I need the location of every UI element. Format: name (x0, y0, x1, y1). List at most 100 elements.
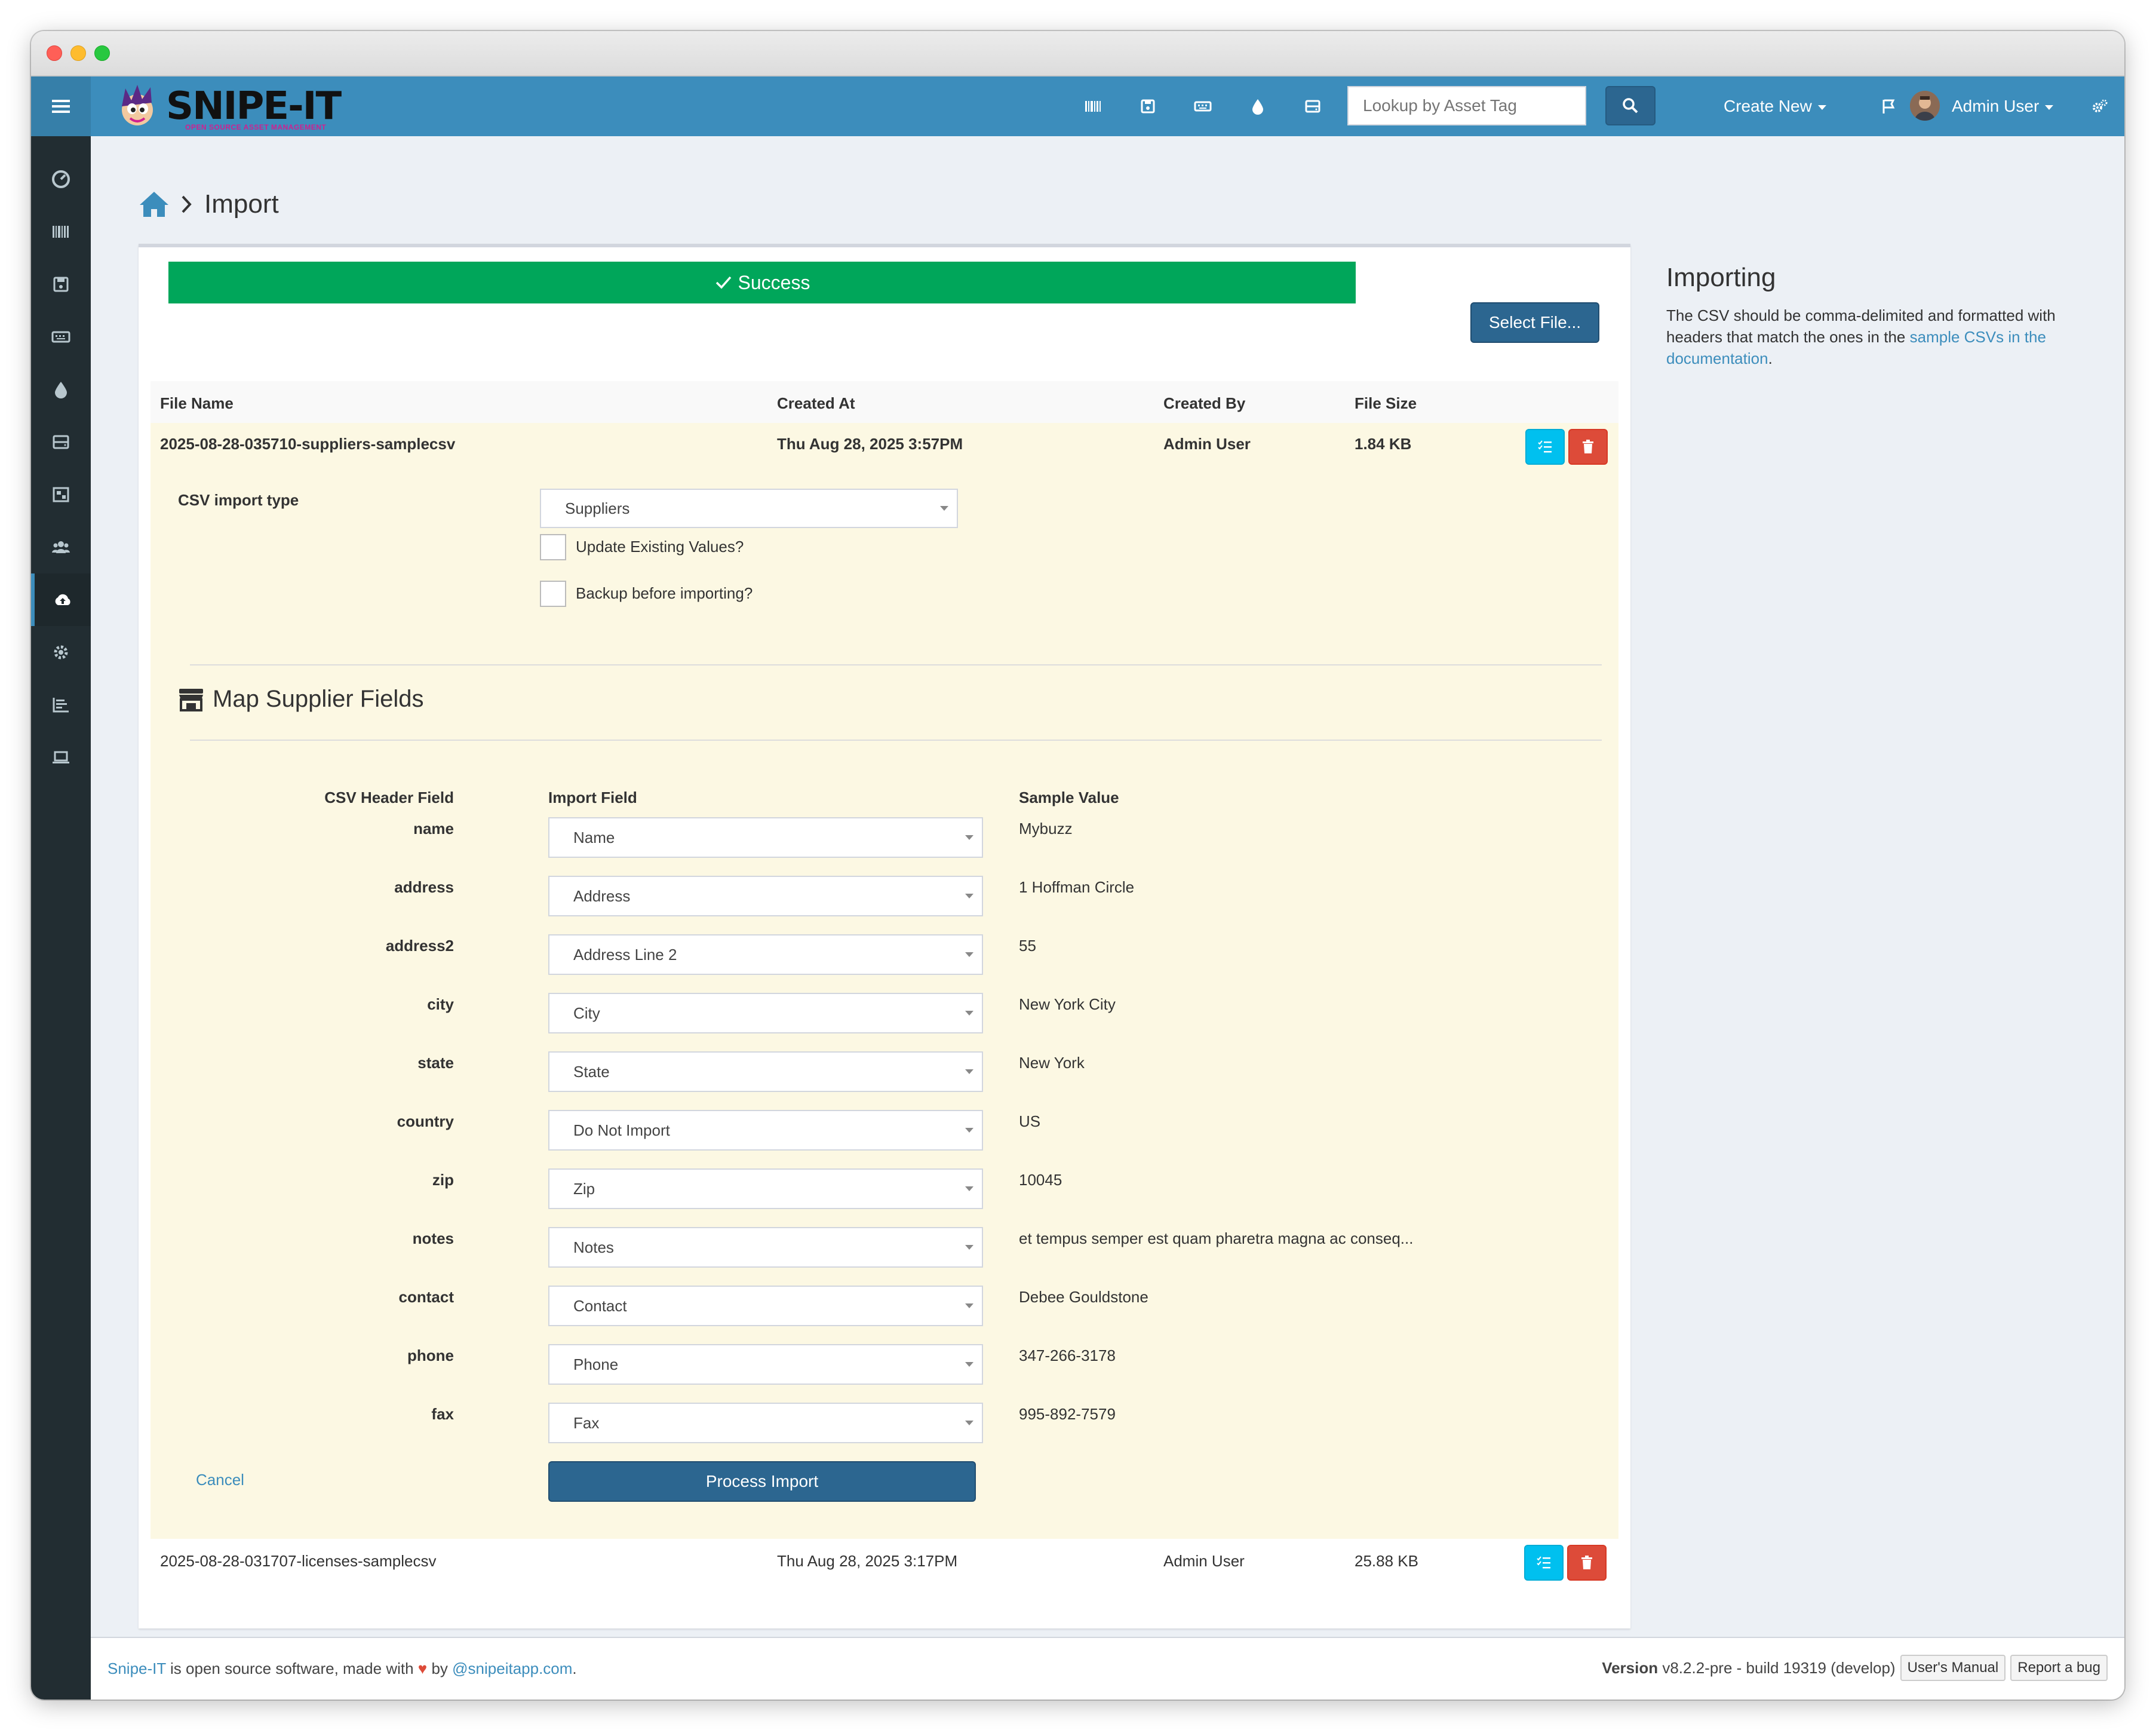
sidebar-item-assets[interactable] (31, 205, 91, 258)
create-new-dropdown[interactable]: Create New (1724, 94, 1826, 118)
mapping-field-select[interactable]: Name (548, 817, 983, 858)
chevron-down-icon (1817, 105, 1826, 110)
mapping-field-value: Zip (573, 1179, 595, 1198)
nav-assets-button[interactable] (1080, 94, 1106, 118)
store-icon (179, 688, 203, 711)
mapping-sample-value: Debee Gouldstone (1019, 1288, 1148, 1306)
sidebar-item-people[interactable] (31, 521, 91, 573)
settings-icon (54, 645, 68, 660)
logo-subtitle: OPEN SOURCE ASSET MANAGEMENT (185, 123, 327, 131)
select-file-button[interactable]: Select File... (1470, 302, 1599, 343)
file-name-cell: 2025-08-28-035710-suppliers-samplecsv (160, 435, 456, 453)
user-avatar[interactable] (1910, 91, 1940, 121)
import-box: Success Select File... File Name Created… (139, 244, 1630, 1628)
mapping-field-select[interactable]: Zip (548, 1168, 983, 1209)
report-bug-button[interactable]: Report a bug (2010, 1655, 2108, 1681)
csv-import-type-value: Suppliers (565, 499, 630, 517)
asset-tag-search-input[interactable] (1347, 86, 1586, 125)
divider (190, 740, 1602, 741)
sidebar-item-reports[interactable] (31, 679, 91, 731)
mapping-field-select[interactable]: City (548, 993, 983, 1033)
mapping-header-label: phone (407, 1346, 454, 1364)
mapping-field-value: Notes (573, 1238, 614, 1256)
maximize-window-button[interactable] (94, 45, 110, 61)
csv-import-type-select[interactable]: Suppliers (540, 489, 958, 528)
window-titlebar (31, 31, 2124, 76)
column-created-by: Created By (1163, 394, 1246, 412)
backup-checkbox[interactable] (540, 581, 566, 607)
sidebar-item-kits[interactable] (31, 468, 91, 521)
file-size-cell: 1.84 KB (1355, 435, 1412, 453)
mapping-field-value: Do Not Import (573, 1121, 670, 1139)
csv-import-type-label: CSV import type (178, 491, 299, 509)
close-window-button[interactable] (47, 45, 62, 61)
process-import-button[interactable]: Process Import (548, 1461, 976, 1502)
snipeitapp-link[interactable]: @snipeitapp.com (452, 1660, 572, 1677)
sidebar-item-import[interactable] (31, 573, 91, 626)
mapping-field-select[interactable]: Fax (548, 1403, 983, 1443)
mapping-field-select[interactable]: State (548, 1051, 983, 1092)
dashboard-icon (52, 170, 70, 188)
cogs-icon (2093, 99, 2108, 112)
cancel-link[interactable]: Cancel (196, 1471, 244, 1489)
mapping-header-label: contact (398, 1288, 454, 1306)
update-existing-checkbox[interactable] (540, 534, 566, 560)
success-message: Success (738, 271, 810, 293)
snipe-it-link[interactable]: Snipe-IT (108, 1660, 166, 1677)
user-avatar-icon (1910, 91, 1940, 121)
user-menu-dropdown[interactable]: Admin User (1952, 94, 2054, 118)
trash-icon (1583, 440, 1593, 453)
barcode-icon (53, 226, 69, 238)
search-button[interactable] (1605, 86, 1656, 125)
users-manual-button[interactable]: User's Manual (1900, 1655, 2006, 1681)
map-fields-title: Map Supplier Fields (178, 686, 424, 713)
mapping-field-select[interactable]: Do Not Import (548, 1110, 983, 1151)
sidebar-item-accessories[interactable] (31, 311, 91, 363)
check-icon (715, 276, 731, 289)
mapping-header-label: zip (432, 1171, 454, 1189)
home-icon[interactable] (139, 191, 170, 218)
create-new-label: Create New (1724, 97, 1812, 115)
sidebar-item-settings[interactable] (31, 626, 91, 679)
nav-accessories-button[interactable] (1190, 94, 1216, 118)
trash-icon (1581, 1556, 1592, 1569)
admin-settings-button[interactable] (2087, 94, 2113, 118)
mapping-field-select[interactable]: Address Line 2 (548, 934, 983, 975)
app-logo[interactable]: SNIPE-IT OPEN SOURCE ASSET MANAGEMENT (113, 82, 342, 131)
sidebar-item-dashboard[interactable] (31, 153, 91, 205)
created-at-cell: Thu Aug 28, 2025 3:57PM (777, 435, 963, 453)
minimize-window-button[interactable] (70, 45, 86, 61)
map-fields-title-text: Map Supplier Fields (213, 686, 424, 712)
alerts-button[interactable] (1875, 94, 1902, 118)
sidebar-item-components[interactable] (31, 416, 91, 468)
nav-components-button[interactable] (1300, 94, 1326, 118)
backup-label: Backup before importing? (576, 584, 753, 602)
sidebar-item-licenses[interactable] (31, 258, 91, 311)
page-title: Import (204, 189, 279, 219)
delete-file-button[interactable] (1568, 429, 1608, 465)
sidebar (31, 76, 91, 1700)
file-size-cell: 25.88 KB (1355, 1552, 1418, 1570)
sidebar-item-consumables[interactable] (31, 363, 91, 416)
mapping-field-select[interactable]: Notes (548, 1227, 983, 1268)
heart-icon: ♥ (417, 1660, 428, 1677)
nav-consumables-button[interactable] (1245, 94, 1271, 118)
mapping-sample-value: 347-266-3178 (1019, 1346, 1116, 1364)
mapping-field-select[interactable]: Phone (548, 1344, 983, 1385)
files-table-header: File Name Created At Created By File Siz… (151, 381, 1618, 423)
disk-icon (1141, 99, 1155, 114)
delete-file-button[interactable] (1567, 1545, 1607, 1581)
version-value: v8.2.2-pre - build 19319 (develop) (1658, 1658, 1896, 1677)
mapping-field-select[interactable]: Contact (548, 1286, 983, 1326)
process-file-button[interactable] (1525, 429, 1565, 465)
sidebar-item-requestable[interactable] (31, 731, 91, 784)
sidebar-toggle-button[interactable] (31, 76, 91, 136)
nav-licenses-button[interactable] (1135, 94, 1161, 118)
column-sample-value: Sample Value (1019, 789, 1119, 806)
info-text: The CSV should be comma-delimited and fo… (1666, 305, 2108, 369)
mapping-field-value: Name (573, 828, 615, 846)
mapping-field-select[interactable]: Address (548, 876, 983, 916)
process-file-button[interactable] (1524, 1545, 1564, 1581)
column-file-size: File Size (1355, 394, 1417, 412)
mapping-sample-value: New York (1019, 1054, 1085, 1072)
